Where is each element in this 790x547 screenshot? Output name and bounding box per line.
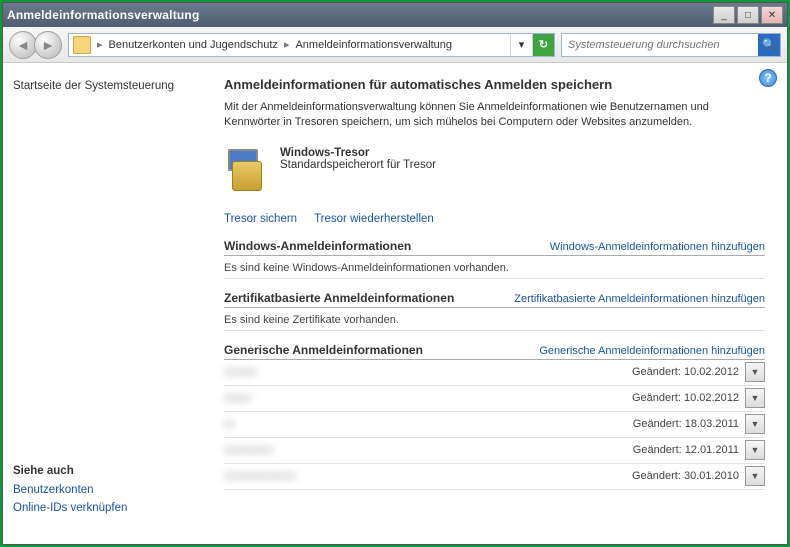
expand-button[interactable]: ▼ (745, 388, 765, 408)
add-windows-credential-link[interactable]: Windows-Anmeldeinformationen hinzufügen (550, 241, 765, 253)
back-button[interactable]: ◄ (9, 31, 37, 59)
credential-row[interactable]: xxxxxxxxxxxxxGeändert: 30.01.2010 ▼ (224, 464, 765, 490)
sidebar: Startseite der Systemsteuerung Siehe auc… (3, 63, 208, 544)
credential-site: xxxxxxxxxxxxx (224, 470, 632, 482)
control-panel-home-link[interactable]: Startseite der Systemsteuerung (13, 77, 198, 95)
restore-vault-link[interactable]: Tresor wiederherstellen (314, 213, 434, 225)
generic-credentials-section: Generische Anmeldeinformationen Generisc… (224, 341, 765, 490)
close-button[interactable]: ✕ (761, 6, 783, 24)
credential-site: xxxxxx (224, 366, 632, 378)
nav-toolbar: ◄ ► ▸ Benutzerkonten und Jugendschutz ▸ … (3, 27, 787, 63)
section-title: Generische Anmeldeinformationen (224, 343, 423, 357)
credential-date: Geändert: 10.02.2012 (632, 392, 739, 404)
refresh-button[interactable]: ↻ (532, 34, 554, 56)
main-pane: Anmeldeinformationen für automatisches A… (208, 63, 787, 544)
credential-row[interactable]: xxxxxGeändert: 10.02.2012 ▼ (224, 386, 765, 412)
credential-site: xx (224, 418, 633, 430)
section-empty-text: Es sind keine Zertifikate vorhanden. (224, 308, 765, 331)
credential-row[interactable]: xxGeändert: 18.03.2011 ▼ (224, 412, 765, 438)
expand-button[interactable]: ▼ (745, 414, 765, 434)
folder-icon (73, 36, 91, 54)
titlebar[interactable]: Anmeldeinformationsverwaltung _ □ ✕ (3, 3, 787, 27)
breadcrumb-2[interactable]: Anmeldeinformationsverwaltung (291, 39, 456, 51)
sidebar-link-online-ids[interactable]: Online-IDs verknüpfen (13, 499, 198, 517)
page-description: Mit der Anmeldeinformationsverwaltung kö… (224, 100, 765, 131)
add-certificate-credential-link[interactable]: Zertifikatbasierte Anmeldeinformationen … (514, 293, 765, 305)
certificate-credentials-section: Zertifikatbasierte Anmeldeinformationen … (224, 289, 765, 331)
content-area: ? Startseite der Systemsteuerung Siehe a… (3, 63, 787, 544)
credential-site: xxxxxxxxx (224, 444, 633, 456)
windows-credentials-section: Windows-Anmeldeinformationen Windows-Anm… (224, 237, 765, 279)
minimize-button[interactable]: _ (713, 6, 735, 24)
credential-date: Geändert: 12.01.2011 (633, 444, 739, 456)
window-frame: Anmeldeinformationsverwaltung _ □ ✕ ◄ ► … (2, 2, 788, 545)
credential-site: xxxxx (224, 392, 632, 404)
address-bar[interactable]: ▸ Benutzerkonten und Jugendschutz ▸ Anme… (68, 33, 555, 57)
sidebar-link-accounts[interactable]: Benutzerkonten (13, 481, 198, 499)
vault-subtitle: Standardspeicherort für Tresor (280, 159, 436, 173)
chevron-icon[interactable]: ▸ (282, 38, 292, 51)
window-title: Anmeldeinformationsverwaltung (7, 8, 711, 22)
vault-title: Windows-Tresor (280, 147, 436, 159)
credential-row[interactable]: xxxxxxGeändert: 10.02.2012 ▼ (224, 360, 765, 386)
credential-date: Geändert: 10.02.2012 (632, 366, 739, 378)
search-icon[interactable]: 🔍 (758, 34, 780, 56)
backup-vault-link[interactable]: Tresor sichern (224, 213, 297, 225)
expand-button[interactable]: ▼ (745, 440, 765, 460)
address-dropdown-button[interactable]: ▾ (510, 34, 532, 56)
maximize-button[interactable]: □ (737, 6, 759, 24)
credential-row[interactable]: xxxxxxxxxGeändert: 12.01.2011 ▼ (224, 438, 765, 464)
vault-actions: Tresor sichern Tresor wiederherstellen (224, 213, 765, 225)
page-title: Anmeldeinformationen für automatisches A… (224, 77, 765, 92)
help-icon[interactable]: ? (759, 69, 777, 87)
expand-button[interactable]: ▼ (745, 362, 765, 382)
chevron-icon[interactable]: ▸ (95, 38, 105, 51)
search-input[interactable] (562, 39, 758, 51)
forward-button[interactable]: ► (34, 31, 62, 59)
section-title: Windows-Anmeldeinformationen (224, 239, 411, 253)
vault-icon (224, 147, 270, 193)
credential-date: Geändert: 18.03.2011 (633, 418, 739, 430)
section-empty-text: Es sind keine Windows-Anmeldeinformation… (224, 256, 765, 279)
section-title: Zertifikatbasierte Anmeldeinformationen (224, 291, 454, 305)
search-box[interactable]: 🔍 (561, 33, 781, 57)
see-also-heading: Siehe auch (13, 465, 198, 477)
credential-date: Geändert: 30.01.2010 (632, 470, 739, 482)
expand-button[interactable]: ▼ (745, 466, 765, 486)
vault-block[interactable]: Windows-Tresor Standardspeicherort für T… (224, 147, 765, 193)
breadcrumb-1[interactable]: Benutzerkonten und Jugendschutz (105, 39, 282, 51)
add-generic-credential-link[interactable]: Generische Anmeldeinformationen hinzufüg… (539, 345, 765, 357)
